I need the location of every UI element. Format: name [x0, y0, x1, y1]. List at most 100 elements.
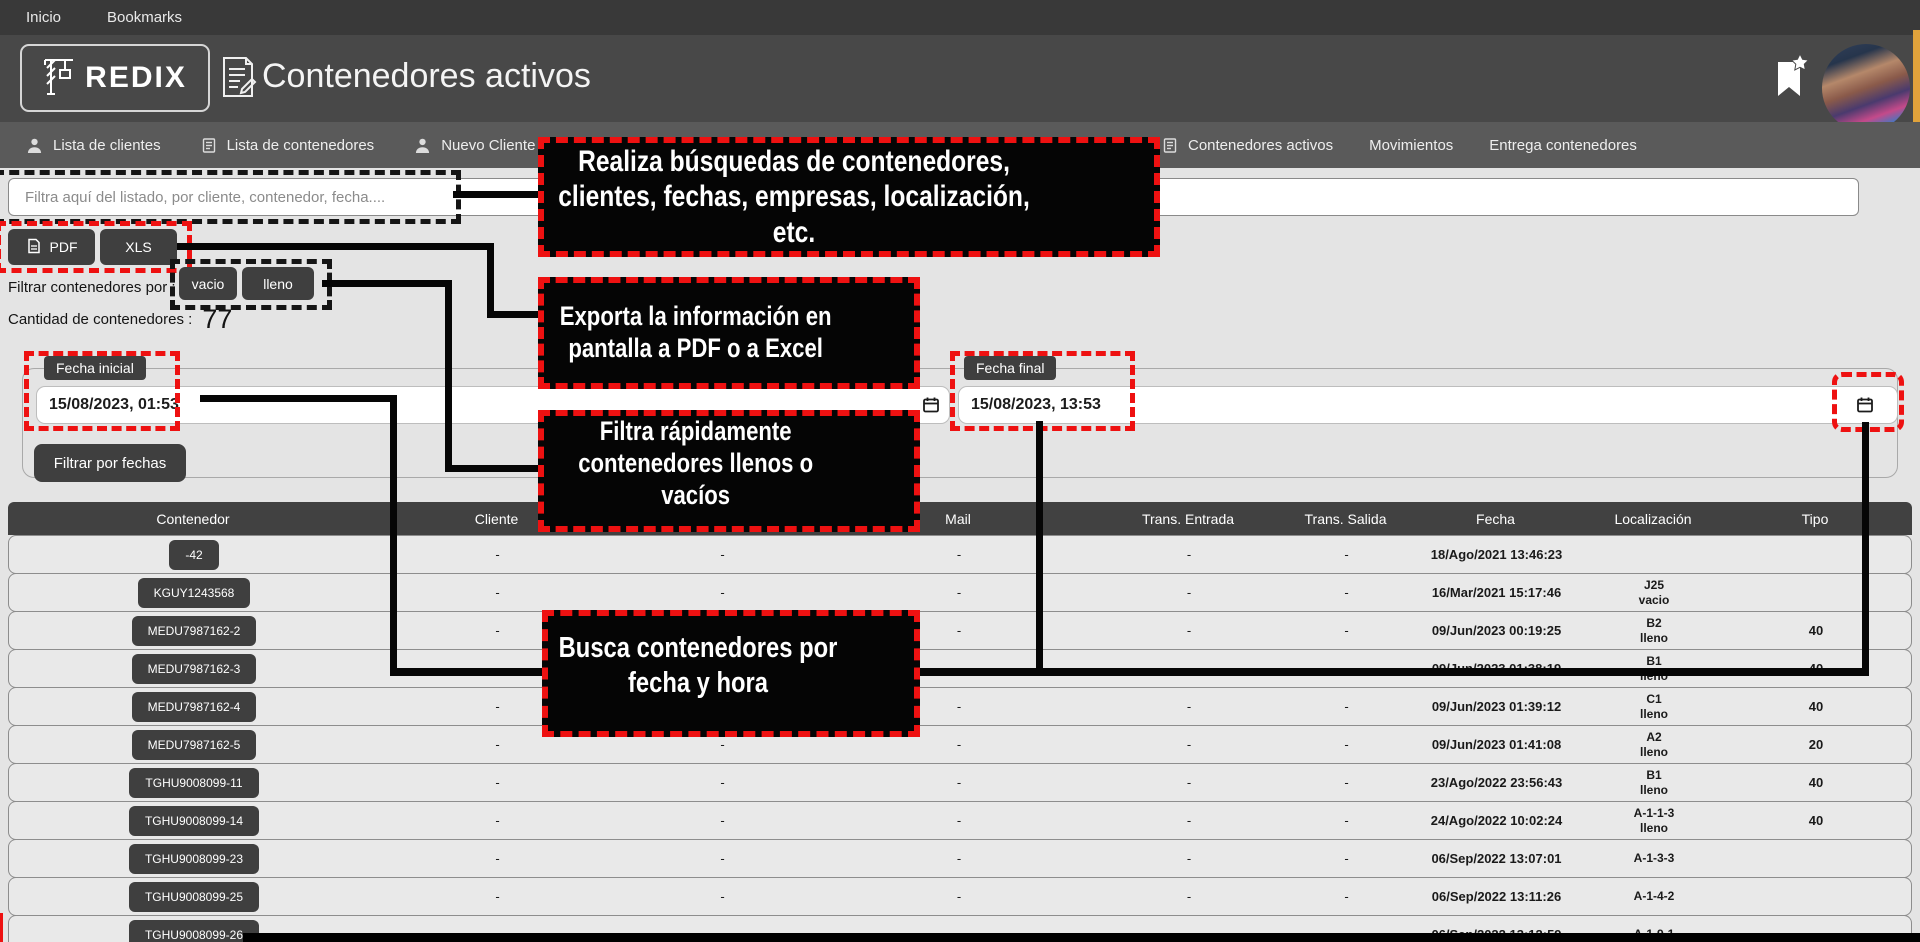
table-row: TGHU9008099-25 - - - - - 06/Sep/2022 13:…	[8, 877, 1912, 916]
container-pill[interactable]: TGHU9008099-25	[129, 882, 259, 912]
crane-icon	[43, 56, 77, 101]
table-row: TGHU9008099-23 - - - - - 06/Sep/2022 13:…	[8, 839, 1912, 878]
container-pill[interactable]: TGHU9008099-11	[129, 768, 258, 798]
cell-col3: -	[616, 585, 829, 600]
cell-trans-salida: -	[1289, 623, 1404, 638]
count-value: 77	[202, 304, 232, 335]
connector-line	[1036, 421, 1043, 675]
container-pill[interactable]: TGHU9008099-14	[129, 806, 259, 836]
column-header-trans-entrada[interactable]: Trans. Entrada	[1088, 511, 1288, 527]
cell-fecha: 16/Mar/2021 15:17:46	[1404, 585, 1589, 600]
nav-item-entrega-contenedores[interactable]: Entrega contenedores	[1489, 137, 1637, 154]
filtrar-por-fechas-button[interactable]: Filtrar por fechas	[34, 444, 186, 482]
table-row: MEDU7987162-2 - - - - - 09/Jun/2023 00:1…	[8, 611, 1912, 650]
cell-col3: -	[616, 851, 829, 866]
connector-line	[177, 243, 494, 250]
cell-trans-entrada: -	[1089, 547, 1289, 562]
annotation-frame-fecha-final	[950, 351, 1135, 431]
cell-cliente: -	[379, 851, 616, 866]
cell-col3: -	[616, 813, 829, 828]
cell-mail: -	[829, 547, 1089, 562]
cell-tipo: 40	[1719, 699, 1913, 714]
cell-trans-entrada: -	[1089, 775, 1289, 790]
cell-trans-entrada: -	[1089, 699, 1289, 714]
nav-item-nuevo-cliente[interactable]: Nuevo Cliente	[414, 137, 535, 154]
container-pill[interactable]: TGHU9008099-23	[129, 844, 259, 874]
cell-trans-entrada: -	[1089, 851, 1289, 866]
nav-label: Lista de clientes	[53, 137, 161, 154]
cell-trans-salida: -	[1289, 737, 1404, 752]
cell-trans-salida: -	[1289, 775, 1404, 790]
cell-fecha: 09/Jun/2023 01:41:08	[1404, 737, 1589, 752]
column-header-trans-salida[interactable]: Trans. Salida	[1288, 511, 1403, 527]
cell-localizacion: B2lleno	[1589, 616, 1719, 645]
cell-tipo: 20	[1719, 737, 1913, 752]
container-pill[interactable]: MEDU7987162-3	[132, 654, 257, 684]
cell-fecha: 09/Jun/2023 00:19:25	[1404, 623, 1589, 638]
container-pill[interactable]: KGUY1243568	[138, 578, 251, 608]
redix-logo[interactable]: REDIX	[20, 44, 210, 112]
annotation-frame-search	[0, 170, 461, 224]
nav-label: Contenedores activos	[1188, 137, 1333, 154]
container-pill[interactable]: MEDU7987162-5	[132, 730, 257, 760]
cell-trans-entrada: -	[1089, 889, 1289, 904]
app-screen: Inicio Bookmarks	[0, 0, 1920, 942]
cell-trans-salida: -	[1289, 547, 1404, 562]
cell-tipo: 40	[1719, 775, 1913, 790]
nav-label: Lista de contenedores	[227, 137, 375, 154]
column-header-fecha[interactable]: Fecha	[1403, 511, 1588, 527]
callout-export: Exporta la información en pantalla a PDF…	[538, 277, 920, 389]
connector-line	[200, 395, 397, 402]
cell-mail: -	[829, 851, 1089, 866]
cell-fecha: 06/Sep/2022 13:07:01	[1404, 851, 1589, 866]
container-pill[interactable]: -42	[169, 540, 218, 570]
container-pill[interactable]: MEDU7987162-4	[132, 692, 257, 722]
cell-trans-salida: -	[1289, 699, 1404, 714]
connector-line	[453, 191, 542, 198]
avatar[interactable]	[1822, 44, 1910, 132]
person-icon	[414, 137, 431, 154]
column-header-contenedor[interactable]: Contenedor	[8, 511, 378, 527]
nav-label: Movimientos	[1369, 137, 1453, 154]
nav-item-lista-de-clientes[interactable]: Lista de clientes	[26, 137, 161, 154]
topbar-item-bookmarks[interactable]: Bookmarks	[107, 9, 182, 26]
cell-trans-entrada: -	[1089, 623, 1289, 638]
connector-line	[445, 280, 452, 472]
app-header: REDIX Contenedores activos	[0, 35, 1920, 122]
bottom-edge-bar	[243, 933, 1920, 942]
table-header: Contenedor Cliente Mail Trans. Entrada T…	[8, 502, 1912, 535]
table-row: MEDU7987162-5 - - - - - 09/Jun/2023 01:4…	[8, 725, 1912, 764]
cell-mail: -	[829, 813, 1089, 828]
cell-fecha: 24/Ago/2022 10:02:24	[1404, 813, 1589, 828]
topbar-item-inicio[interactable]: Inicio	[26, 9, 61, 26]
page-title-icon	[218, 55, 258, 104]
container-count: Cantidad de contenedores : 77	[8, 304, 232, 335]
cell-trans-salida: -	[1289, 889, 1404, 904]
callout-search: Realiza búsquedas de contenedores, clien…	[538, 137, 1160, 257]
left-edge-red-sliver	[0, 913, 3, 942]
bookmark-star-icon[interactable]	[1774, 52, 1810, 107]
column-header-localizacion[interactable]: Localización	[1588, 511, 1718, 527]
callout-filter: Filtra rápidamente contenedores llenos o…	[538, 410, 920, 532]
cell-trans-entrada: -	[1089, 585, 1289, 600]
container-pill[interactable]: MEDU7987162-2	[132, 616, 257, 646]
nav-item-movimientos[interactable]: Movimientos	[1369, 137, 1453, 154]
column-header-tipo[interactable]: Tipo	[1718, 511, 1912, 527]
connector-line	[487, 311, 542, 318]
annotation-frame-export	[0, 221, 192, 273]
calendar-icon[interactable]	[922, 396, 940, 419]
table-row: MEDU7987162-4 - - - - - 09/Jun/2023 01:3…	[8, 687, 1912, 726]
nav-label: Entrega contenedores	[1489, 137, 1637, 154]
document-icon	[1162, 137, 1178, 154]
logo-text: REDIX	[85, 61, 187, 95]
cell-localizacion: J25vacio	[1589, 578, 1719, 607]
cell-trans-entrada: -	[1089, 813, 1289, 828]
connector-line	[390, 395, 397, 675]
annotation-frame-vacio-lleno	[170, 259, 332, 310]
nav-item-contenedores-activos[interactable]: Contenedores activos	[1162, 137, 1333, 154]
nav-item-lista-de-contenedores[interactable]: Lista de contenedores	[201, 137, 375, 154]
cell-tipo: 40	[1719, 623, 1913, 638]
container-pill[interactable]: TGHU9008099-26	[129, 920, 259, 942]
cell-fecha: 18/Ago/2021 13:46:23	[1404, 547, 1589, 562]
connector-line	[445, 465, 542, 472]
